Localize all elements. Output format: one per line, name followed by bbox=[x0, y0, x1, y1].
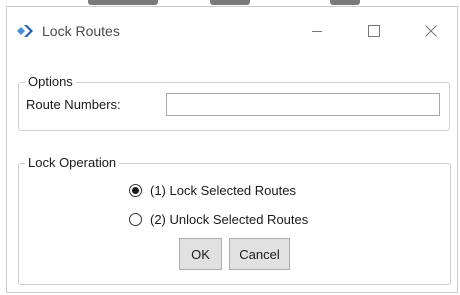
lock-operation-group: Lock Operation (1) Lock Selected Routes … bbox=[18, 155, 451, 285]
lock-selected-label: (1) Lock Selected Routes bbox=[150, 183, 296, 198]
options-legend: Options bbox=[25, 74, 76, 90]
diamond-arrow-icon bbox=[17, 25, 33, 37]
lock-selected-radio[interactable]: (1) Lock Selected Routes bbox=[129, 183, 296, 198]
route-numbers-input[interactable] bbox=[166, 93, 440, 116]
lock-operation-legend: Lock Operation bbox=[25, 155, 120, 171]
ok-button[interactable]: OK bbox=[179, 238, 222, 270]
minimize-button[interactable] bbox=[295, 17, 339, 45]
unlock-selected-label: (2) Unlock Selected Routes bbox=[150, 212, 309, 227]
unlock-selected-radio[interactable]: (2) Unlock Selected Routes bbox=[129, 212, 308, 227]
maximize-button[interactable] bbox=[352, 17, 396, 45]
route-numbers-label: Route Numbers: bbox=[26, 97, 121, 112]
background-shape bbox=[88, 0, 158, 5]
radio-button-checked[interactable] bbox=[129, 184, 142, 197]
radio-button-unchecked[interactable] bbox=[129, 213, 142, 226]
title-bar[interactable]: Lock Routes bbox=[7, 7, 457, 51]
lock-routes-dialog: Lock Routes Options Route Numbers: Lock … bbox=[6, 6, 458, 293]
background-shape bbox=[210, 0, 250, 5]
minimize-icon bbox=[312, 31, 322, 32]
cancel-button[interactable]: Cancel bbox=[229, 238, 290, 270]
options-group: Options Route Numbers: bbox=[18, 74, 450, 131]
close-button[interactable] bbox=[409, 17, 453, 45]
close-icon bbox=[425, 25, 437, 37]
maximize-icon bbox=[368, 25, 380, 37]
window-title: Lock Routes bbox=[42, 23, 120, 39]
background-shape bbox=[330, 0, 360, 5]
